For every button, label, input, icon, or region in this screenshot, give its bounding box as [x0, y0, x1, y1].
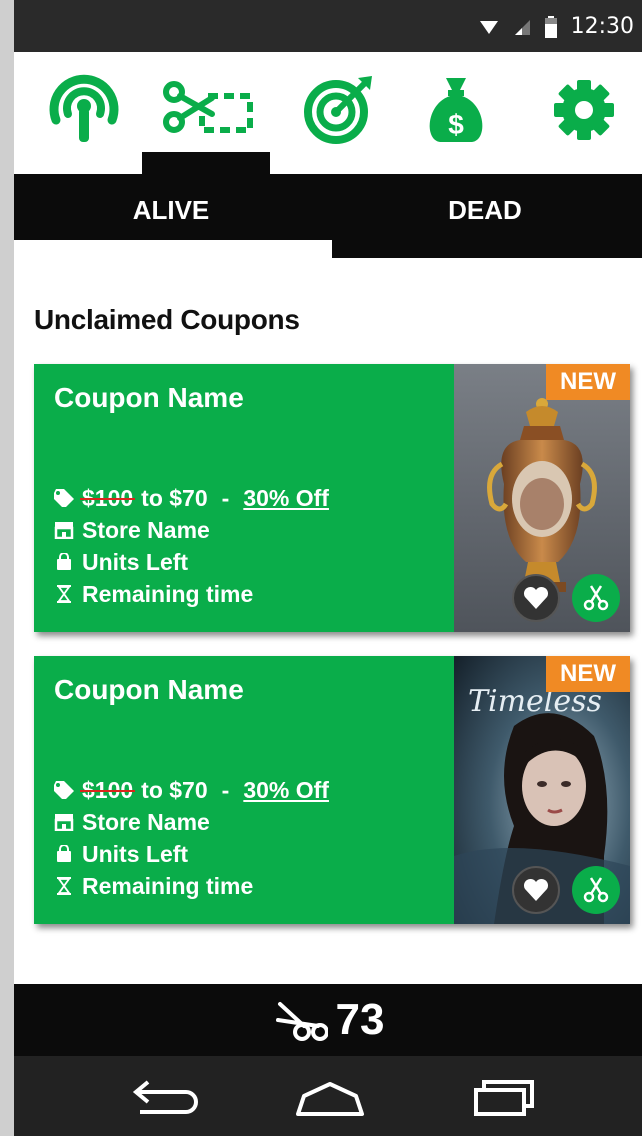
- system-nav-bar: [14, 1056, 642, 1136]
- new-badge: NEW: [546, 656, 630, 692]
- new-price: to $70: [141, 776, 208, 803]
- new-badge: NEW: [546, 364, 630, 400]
- phone-screen: 12:30 $ ALIVE DEAD Unclaimed Coupons Cou…: [14, 0, 642, 1136]
- battery-icon: [544, 15, 557, 38]
- scissors-icon: [583, 877, 609, 903]
- old-price: $100: [79, 484, 136, 511]
- price-line: $100 to $70 - 30% Off: [54, 482, 329, 514]
- back-icon[interactable]: [124, 1078, 204, 1118]
- discount-link[interactable]: 30% Off: [243, 485, 329, 512]
- units-line: Units Left: [54, 838, 329, 870]
- store-icon: [54, 520, 74, 540]
- units-left: Units Left: [82, 548, 189, 575]
- units-left: Units Left: [82, 840, 189, 867]
- store-name: Store Name: [82, 516, 210, 543]
- top-nav: $: [14, 52, 642, 174]
- clipped-count-bar[interactable]: 73: [14, 984, 642, 1056]
- coupon-details: $100 to $70 - 30% Off Store Name Units L…: [54, 774, 329, 902]
- store-icon: [54, 812, 74, 832]
- scissors-icon: [275, 1002, 328, 1041]
- tab-active-indicator: [14, 240, 332, 258]
- recents-icon[interactable]: [466, 1078, 546, 1118]
- clip-coupon-button[interactable]: [572, 574, 620, 622]
- store-name: Store Name: [82, 808, 210, 835]
- remaining-time: Remaining time: [82, 580, 254, 607]
- coupon-details: $100 to $70 - 30% Off Store Name Units L…: [54, 482, 329, 610]
- units-line: Units Left: [54, 546, 329, 578]
- bag-icon: [54, 552, 74, 572]
- favorite-button[interactable]: [512, 574, 560, 622]
- section-title: Unclaimed Coupons: [34, 304, 300, 335]
- home-icon[interactable]: [290, 1078, 370, 1118]
- status-bar: 12:30: [14, 0, 642, 52]
- store-line: Store Name: [54, 514, 329, 546]
- coupon-card[interactable]: Coupon Name $100 to $70 - 30% Off Store …: [34, 656, 630, 924]
- coupon-name: Coupon Name: [54, 674, 244, 705]
- heart-icon: [523, 878, 549, 901]
- clip-coupon-button[interactable]: [572, 866, 620, 914]
- tab-dead[interactable]: DEAD: [328, 174, 642, 246]
- time-line: Remaining time: [54, 870, 329, 902]
- tab-alive[interactable]: ALIVE: [14, 174, 328, 246]
- money-bag-icon[interactable]: $: [416, 74, 496, 144]
- price-dash: -: [221, 484, 230, 511]
- coupon-image-book-cover: Timeless NEW: [454, 656, 630, 924]
- coupon-scissors-icon[interactable]: [162, 74, 258, 144]
- remaining-time: Remaining time: [82, 872, 254, 899]
- price-tag-icon: [54, 488, 74, 508]
- coupon-image-vase: NEW: [454, 364, 630, 632]
- price-tag-icon: [54, 780, 74, 800]
- wifi-icon: [479, 20, 498, 34]
- signal-icon: [514, 19, 530, 35]
- price-line: $100 to $70 - 30% Off: [54, 774, 329, 806]
- nav-active-indicator: [142, 152, 270, 176]
- scissors-icon: [583, 585, 609, 611]
- settings-gear-icon[interactable]: [544, 74, 624, 144]
- clipped-count: 73: [335, 995, 385, 1044]
- status-time: 12:30: [570, 14, 634, 39]
- broadcast-icon[interactable]: [44, 74, 124, 144]
- bag-icon: [54, 844, 74, 864]
- new-price: to $70: [141, 484, 208, 511]
- price-dash: -: [221, 776, 230, 803]
- heart-icon: [523, 586, 549, 609]
- old-price: $100: [79, 776, 136, 803]
- favorite-button[interactable]: [512, 866, 560, 914]
- hourglass-icon: [54, 584, 74, 604]
- time-line: Remaining time: [54, 578, 329, 610]
- svg-text:$: $: [448, 109, 464, 140]
- coupon-card[interactable]: Coupon Name $100 to $70 - 30% Off Store …: [34, 364, 630, 632]
- target-icon[interactable]: [300, 74, 380, 144]
- discount-link[interactable]: 30% Off: [243, 777, 329, 804]
- hourglass-icon: [54, 876, 74, 896]
- store-line: Store Name: [54, 806, 329, 838]
- coupon-name: Coupon Name: [54, 382, 244, 413]
